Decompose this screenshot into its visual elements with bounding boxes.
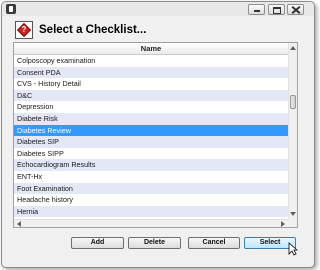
list-item[interactable]: Foot Examination <box>14 182 288 195</box>
list-item[interactable]: Colposcopy examination <box>14 55 288 67</box>
list-item[interactable]: D&C <box>14 89 288 102</box>
checklist-list[interactable]: Name Colposcopy examination Consent PDA CV… <box>13 42 298 228</box>
list-item[interactable]: CVS - History Detail <box>14 78 288 90</box>
dialog-title: Select a Checklist... <box>39 24 147 36</box>
scroll-up-icon[interactable] <box>290 46 296 50</box>
scroll-thumb[interactable] <box>290 95 296 109</box>
maximize-button[interactable] <box>268 4 285 15</box>
close-button[interactable] <box>287 4 304 15</box>
column-header-name[interactable]: Name <box>14 43 288 55</box>
scroll-down-icon[interactable] <box>290 212 296 216</box>
delete-button[interactable]: Delete <box>128 237 181 249</box>
list-item[interactable]: Headache history <box>14 194 288 206</box>
scroll-left-icon[interactable] <box>17 221 21 227</box>
list-item[interactable]: ENT-Hx <box>14 170 288 183</box>
list-item[interactable]: Diabetes SIP <box>14 136 288 148</box>
minimize-button[interactable] <box>248 4 265 15</box>
app-icon <box>6 4 16 14</box>
title-bar <box>2 2 314 16</box>
cancel-button[interactable]: Cancel <box>188 237 240 249</box>
list-item[interactable]: Hernia <box>14 205 288 218</box>
list-item[interactable]: Consent PDA <box>14 66 288 79</box>
list-item[interactable]: Diabetes Review <box>14 124 288 137</box>
checklist-dialog: ? Select a Checklist... Name Colposcopy … <box>1 1 315 268</box>
list-item[interactable]: Diabete Risk <box>14 112 288 125</box>
list-item[interactable]: Depression <box>14 101 288 113</box>
list-rows: Colposcopy examination Consent PDA CVS - H… <box>14 55 288 218</box>
add-button[interactable]: Add <box>71 237 124 249</box>
vertical-scrollbar[interactable] <box>288 43 297 219</box>
question-mark: ? <box>21 25 27 34</box>
list-item[interactable]: Diabetes SIPP <box>14 147 288 160</box>
scrollbar-corner <box>288 219 297 227</box>
checklist-diamond-icon: ? <box>15 21 33 39</box>
scroll-right-icon[interactable] <box>281 221 285 227</box>
list-item[interactable]: Echocardiogram Results <box>14 159 288 171</box>
mouse-pointer-icon <box>288 242 298 256</box>
horizontal-scrollbar[interactable] <box>14 219 288 227</box>
